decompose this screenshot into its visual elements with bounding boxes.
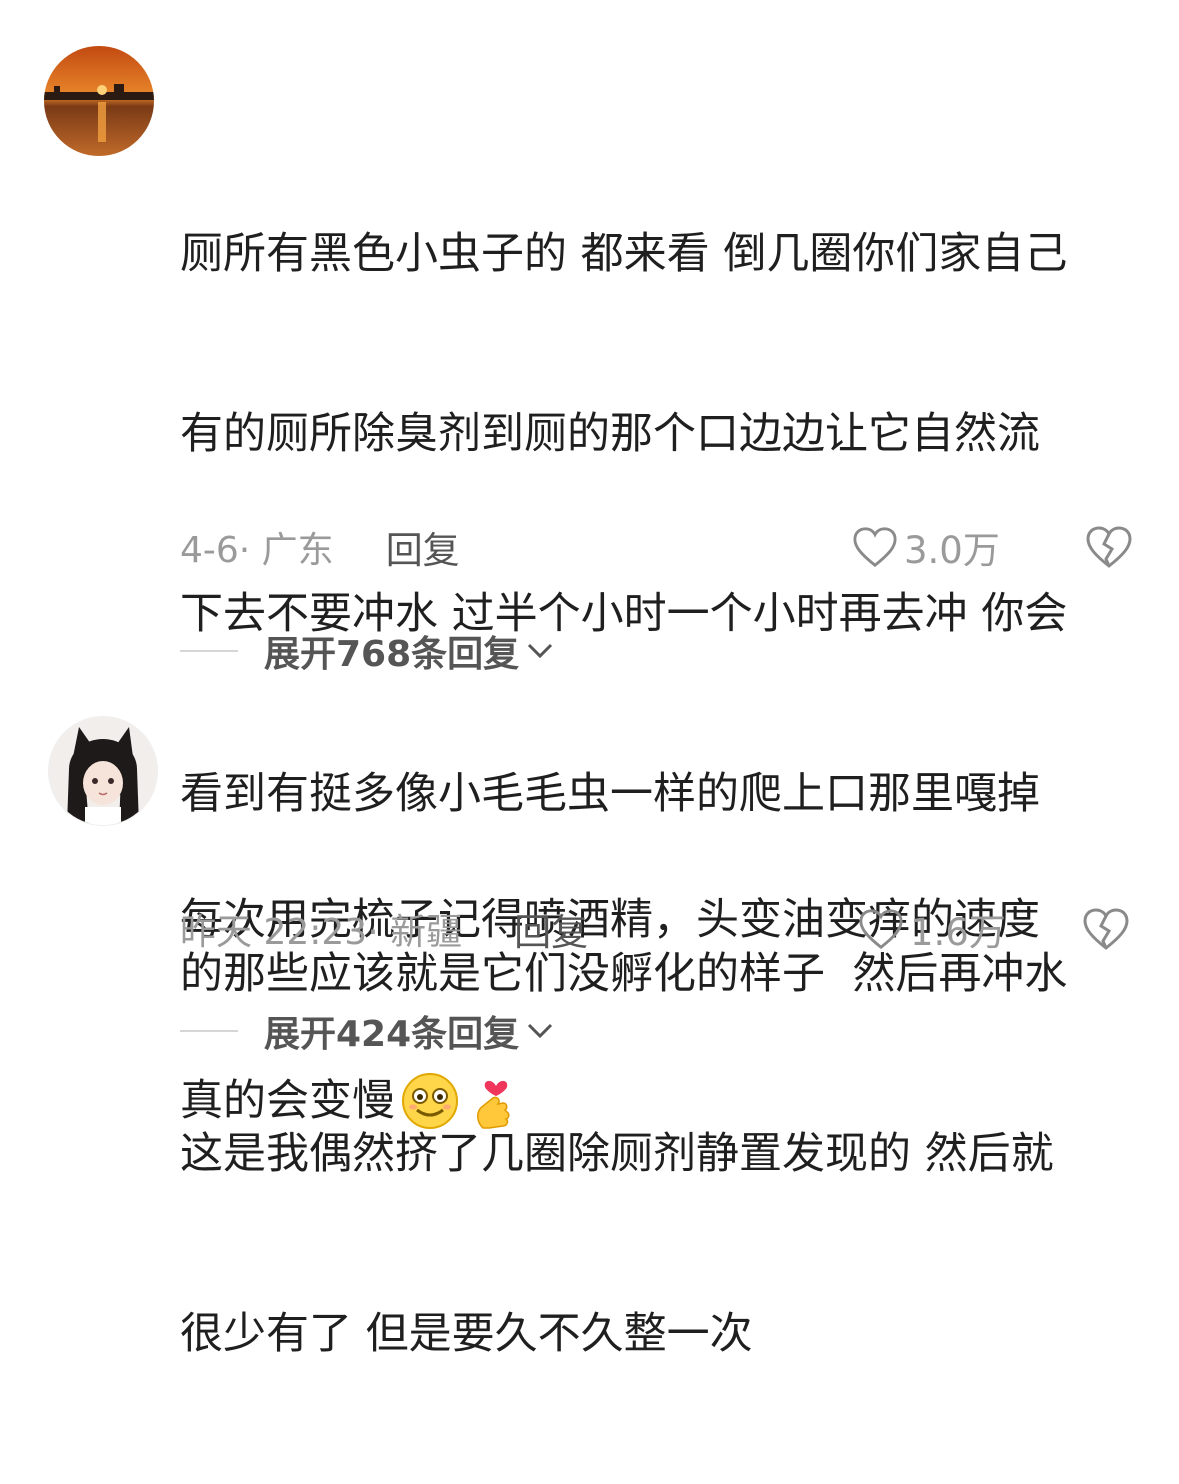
comment-meta: 4-6· 广东 回复 — [180, 524, 460, 572]
like-count: 3.0万 — [904, 529, 1000, 572]
chevron-down-icon — [528, 1023, 553, 1039]
comment-line: 很少有了 但是要久不久整一次 — [180, 1309, 753, 1359]
broken-heart-icon — [1083, 908, 1129, 950]
reply-button[interactable]: 回复 — [514, 902, 588, 956]
date-location: 昨天 22:23· 新疆 — [180, 912, 463, 953]
dislike-button[interactable] — [1082, 906, 1130, 952]
expand-replies-button[interactable]: 展开424条回复 — [180, 1006, 555, 1056]
expand-label: 展开768条回复 — [264, 634, 520, 675]
broken-heart-icon — [1086, 526, 1132, 568]
comment-line: 真的会变慢 — [180, 1076, 395, 1126]
like-button[interactable]: 1.6万 — [858, 904, 1006, 954]
heart-outline-icon — [859, 909, 903, 950]
comment-line: 厕所有黑色小虫子的 都来看 倒几圈你们家自己 — [180, 229, 1068, 279]
date-location: 4-6· 广东 — [180, 530, 334, 571]
sunset-avatar[interactable] — [44, 46, 154, 156]
comment-line-with-emoji: 真的会变慢 — [180, 1070, 1140, 1132]
finger-heart-emoji — [477, 1080, 510, 1129]
expand-label: 展开424条回复 — [264, 1014, 520, 1055]
heart-outline-icon — [853, 527, 897, 568]
chevron-down-icon — [528, 643, 553, 659]
comment-line: 有的厕所除臭剂到厕的那个口边边让它自然流 — [180, 409, 1040, 459]
smiling-face-emoji — [402, 1073, 458, 1129]
like-button[interactable]: 3.0万 — [852, 522, 1000, 572]
reply-button[interactable]: 回复 — [386, 520, 460, 574]
comment-meta: 昨天 22:23· 新疆 回复 — [180, 906, 588, 954]
anime-cat-girl-avatar[interactable] — [48, 716, 158, 826]
expand-replies-button[interactable]: 展开768条回复 — [180, 626, 555, 676]
like-count: 1.6万 — [910, 911, 1006, 954]
divider-line — [180, 1030, 238, 1032]
dislike-button[interactable] — [1085, 524, 1133, 570]
divider-line — [180, 650, 238, 652]
